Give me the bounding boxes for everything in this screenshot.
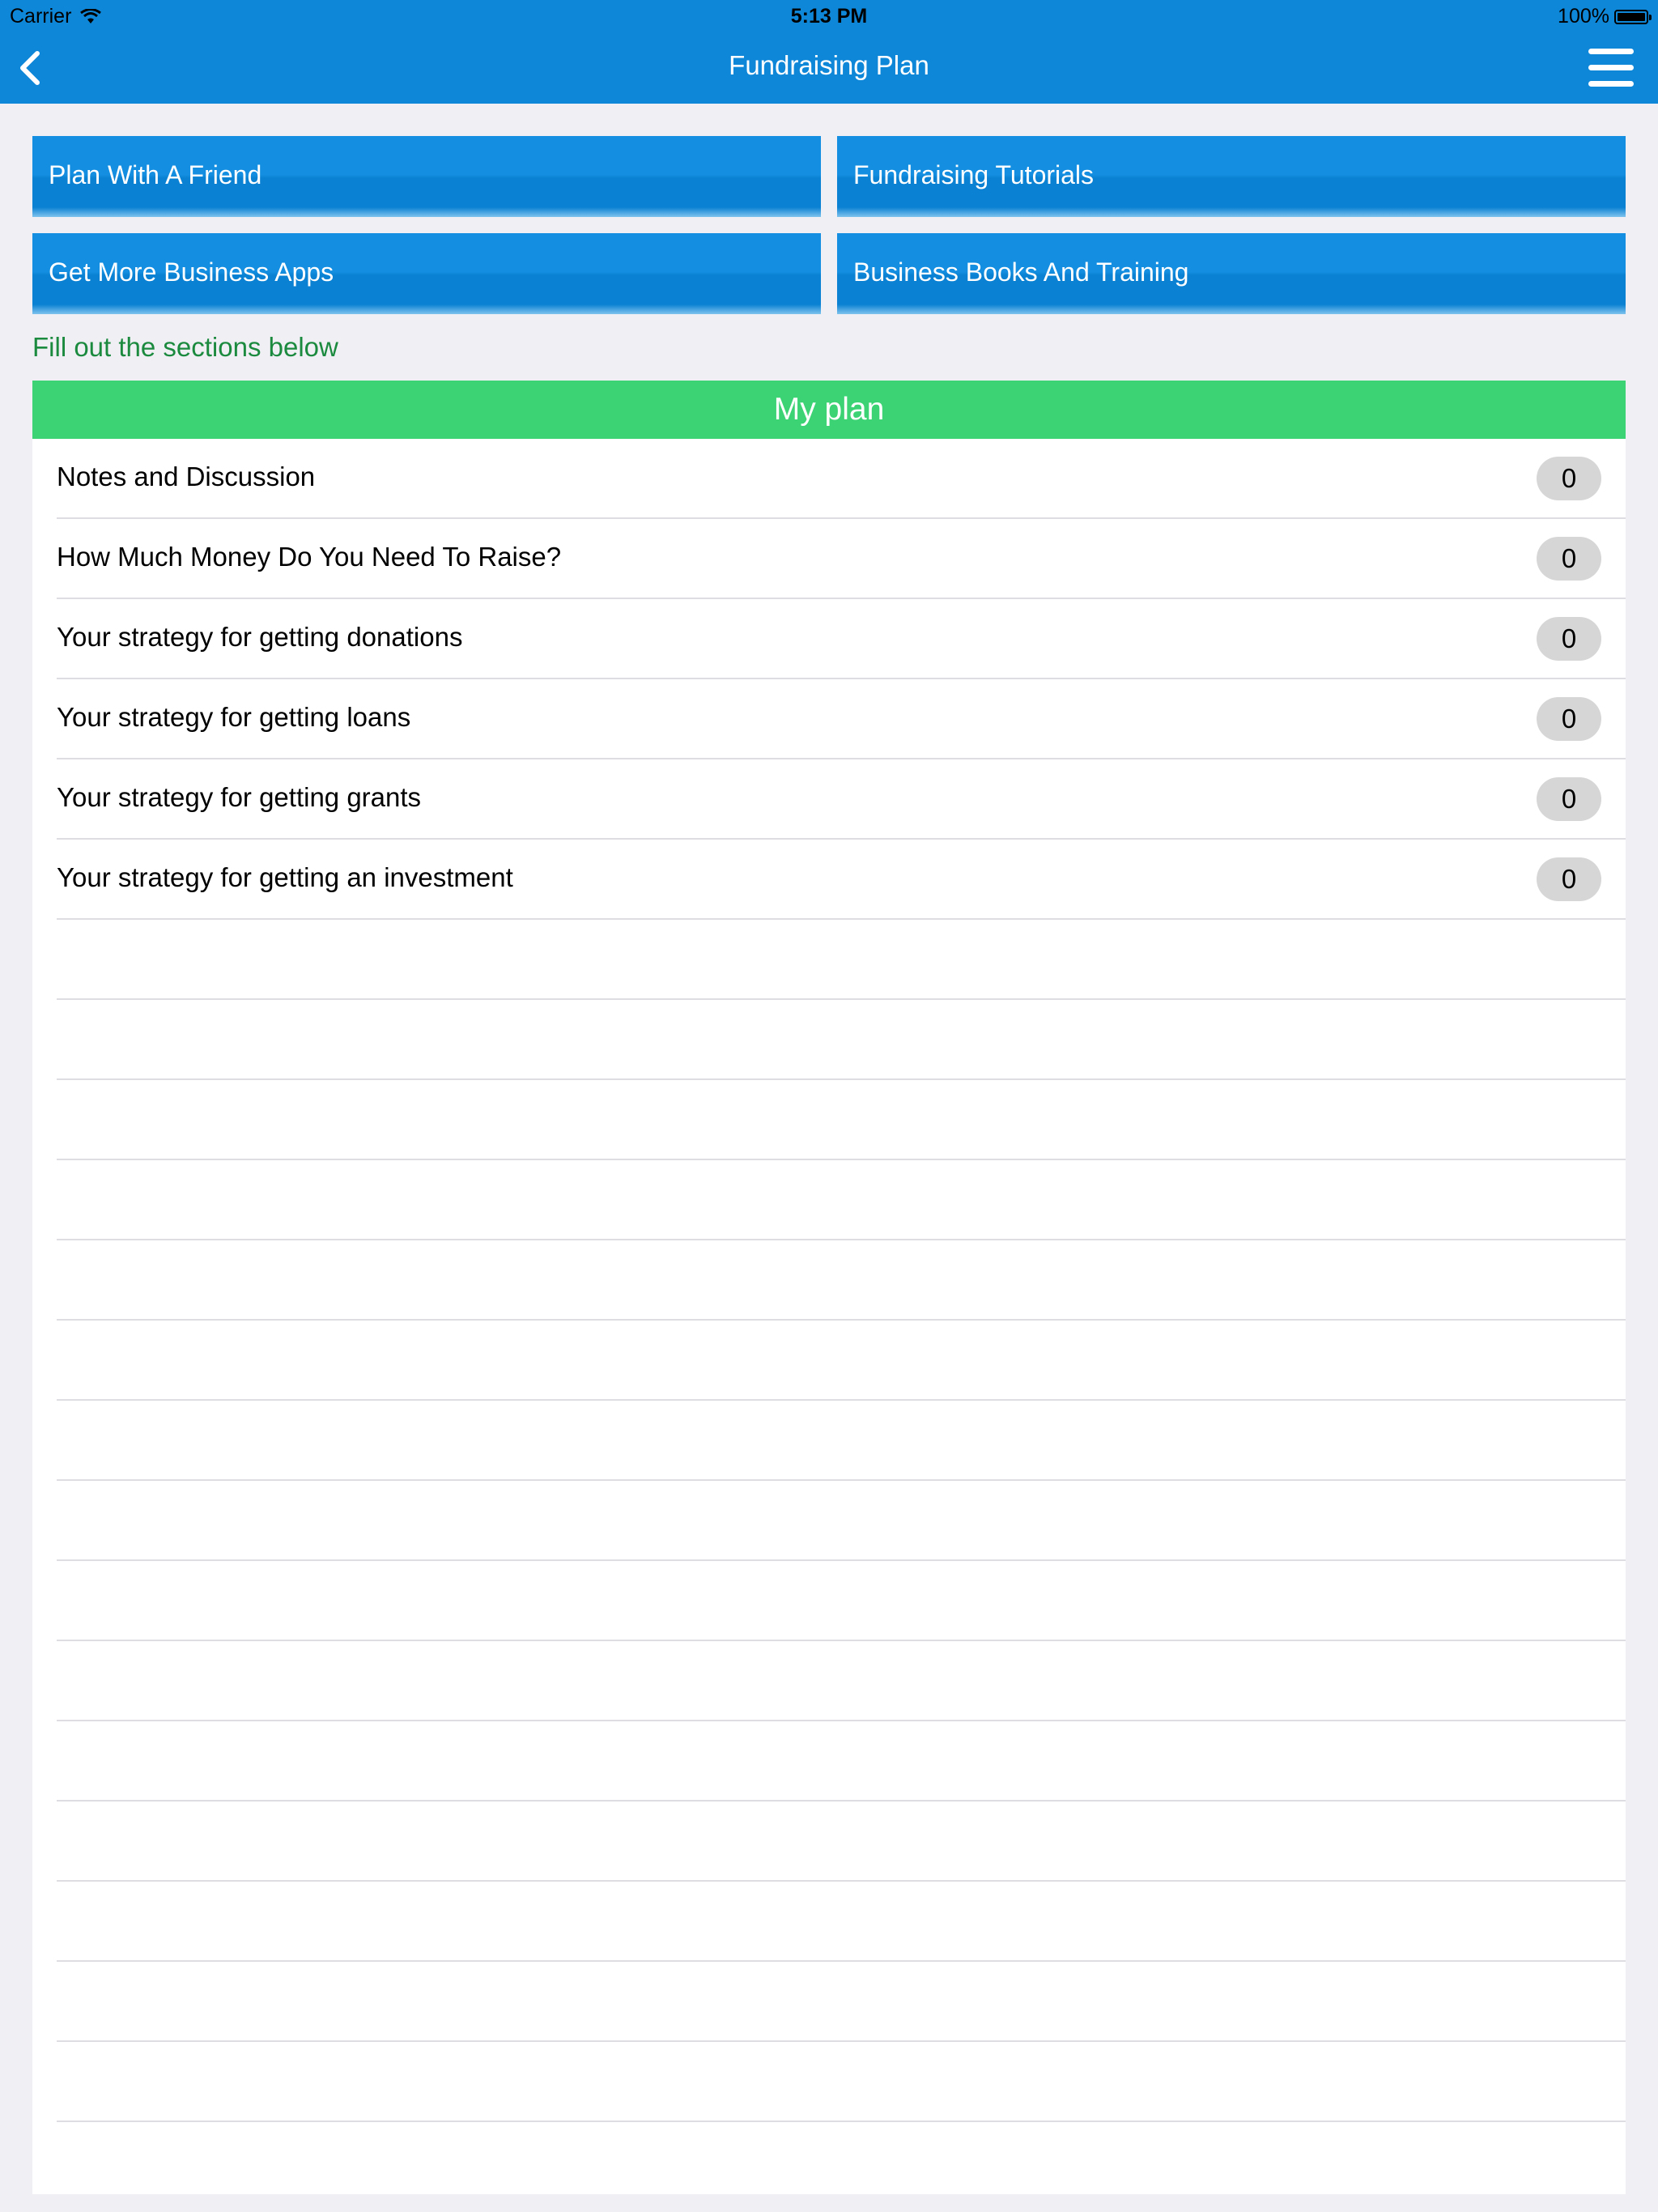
battery-status: 100%: [1558, 5, 1652, 28]
empty-row: [57, 1080, 1626, 1160]
count-badge: 0: [1537, 457, 1601, 500]
my-plan-panel: My plan Notes and Discussion 0 How Much …: [32, 381, 1626, 2194]
business-books-and-training-button[interactable]: Business Books And Training: [837, 233, 1626, 314]
get-more-business-apps-button[interactable]: Get More Business Apps: [32, 233, 821, 314]
plan-item-label: Your strategy for getting loans: [57, 702, 411, 732]
empty-row: [57, 1000, 1626, 1080]
fundraising-tutorials-button[interactable]: Fundraising Tutorials: [837, 136, 1626, 217]
empty-row: [57, 1240, 1626, 1321]
empty-row: [57, 1321, 1626, 1401]
plan-item-label: Your strategy for getting an investment: [57, 862, 513, 892]
plan-item-money-needed[interactable]: How Much Money Do You Need To Raise? 0: [57, 519, 1626, 599]
plan-item-donations-strategy[interactable]: Your strategy for getting donations 0: [57, 599, 1626, 679]
empty-row: [57, 2042, 1626, 2122]
plan-item-label: Your strategy for getting donations: [57, 622, 463, 652]
count-badge: 0: [1537, 697, 1601, 741]
empty-row: [57, 1962, 1626, 2042]
empty-row: [57, 1721, 1626, 1802]
navigation-bar: Fundraising Plan: [0, 32, 1658, 104]
plan-item-grants-strategy[interactable]: Your strategy for getting grants 0: [57, 759, 1626, 840]
empty-row: [57, 1160, 1626, 1240]
count-badge: 0: [1537, 537, 1601, 581]
empty-row: [57, 1641, 1626, 1721]
plan-item-label: Notes and Discussion: [57, 462, 316, 491]
empty-row: [57, 1882, 1626, 1962]
empty-row: [57, 1561, 1626, 1641]
empty-row: [57, 1802, 1626, 1882]
plan-item-investment-strategy[interactable]: Your strategy for getting an investment …: [57, 840, 1626, 920]
count-badge: 0: [1537, 617, 1601, 661]
hamburger-menu-icon[interactable]: [1588, 45, 1634, 89]
plan-item-label: How Much Money Do You Need To Raise?: [57, 542, 562, 572]
my-plan-header: My plan: [32, 381, 1626, 439]
count-badge: 0: [1537, 777, 1601, 821]
instruction-text: Fill out the sections below: [32, 332, 338, 362]
plan-with-a-friend-button[interactable]: Plan With A Friend: [32, 136, 821, 217]
count-badge: 0: [1537, 857, 1601, 901]
page-title: Fundraising Plan: [729, 50, 929, 80]
empty-row: [57, 920, 1626, 1000]
plan-item-label: Your strategy for getting grants: [57, 782, 422, 812]
plan-item-loans-strategy[interactable]: Your strategy for getting loans 0: [57, 679, 1626, 759]
status-time: 5:13 PM: [790, 5, 868, 28]
status-bar: Carrier 5:13 PM 100%: [0, 0, 1658, 32]
empty-row: [57, 1481, 1626, 1561]
plan-item-notes-and-discussion[interactable]: Notes and Discussion 0: [57, 439, 1626, 519]
empty-row: [57, 1401, 1626, 1481]
battery-percent: 100%: [1558, 5, 1609, 28]
battery-icon: [1614, 9, 1652, 24]
